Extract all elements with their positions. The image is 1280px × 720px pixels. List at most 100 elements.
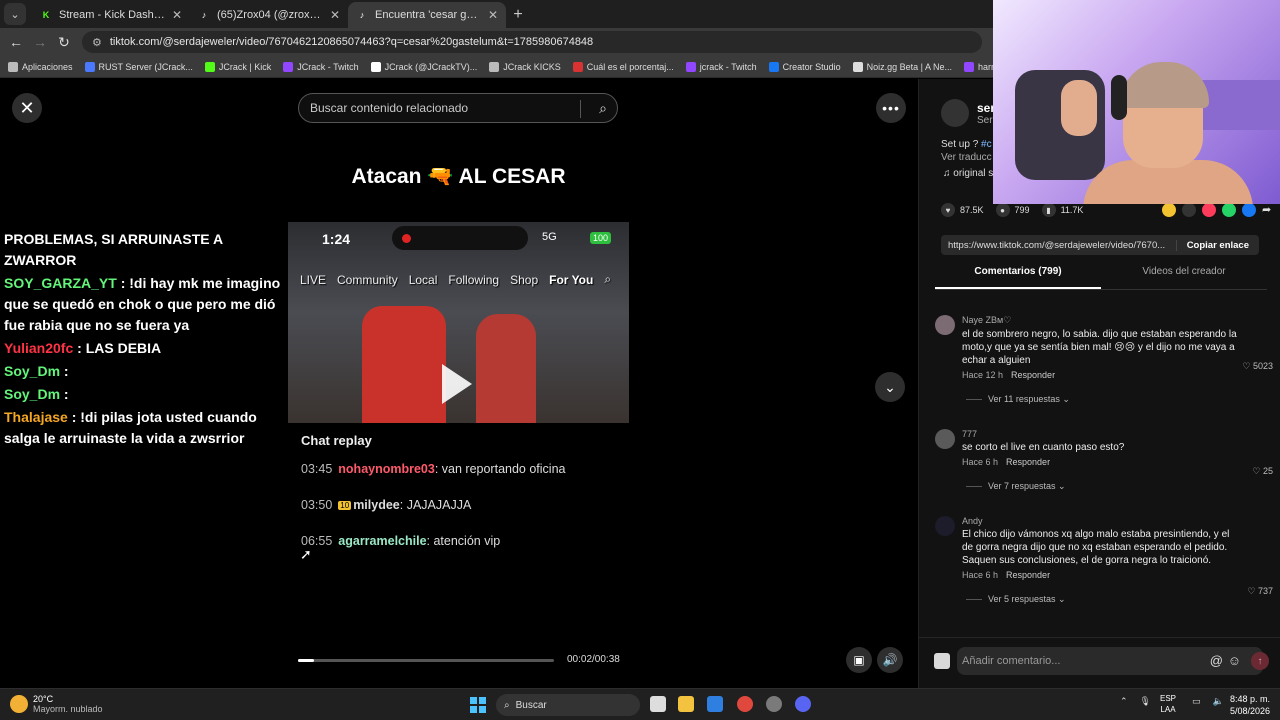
close-icon[interactable]: ✕ — [12, 93, 42, 123]
tab-search-chevron-icon[interactable]: ⌄ — [4, 3, 26, 25]
copy-link-button[interactable]: Copiar enlace — [1175, 239, 1259, 251]
heart-icon[interactable]: ♥ — [941, 203, 955, 217]
mention-icon[interactable]: @ — [1210, 653, 1223, 668]
tray-chevron-icon[interactable]: ⌃ — [1120, 696, 1128, 707]
forward-arrow-icon[interactable]: → — [28, 34, 52, 50]
comment-text: se corto el live en cuanto paso esto? — [962, 442, 1125, 453]
comment-body: 777 se corto el live en cuanto paso esto?… — [962, 429, 1242, 492]
system-clock[interactable]: 8:48 p. m. 5/08/2026 — [1226, 693, 1270, 717]
play-icon[interactable] — [442, 364, 472, 404]
floating-player-icon[interactable]: ▣ — [846, 647, 872, 673]
author-avatar[interactable] — [941, 99, 969, 127]
bookmark-item[interactable]: Aplicaciones — [8, 61, 73, 72]
share-arrow-icon[interactable]: ➦ — [1262, 203, 1276, 217]
browser-tab[interactable]: K Stream - Kick Dashboard ✕ — [32, 2, 190, 28]
description-text: Set up ? — [941, 139, 982, 150]
close-tab-icon[interactable]: ✕ — [488, 8, 498, 22]
volume-tray-icon[interactable]: 🔈 — [1213, 696, 1224, 707]
see-translation-link[interactable]: Ver traducc — [941, 152, 992, 163]
language-indicator[interactable]: ESP LAA — [1160, 693, 1176, 715]
related-search-input[interactable]: Buscar contenido relacionado ⌕ — [298, 93, 618, 123]
bookmark-item[interactable]: Creator Studio — [768, 61, 841, 72]
clock-date: 5/08/2026 — [1229, 706, 1270, 716]
commenter-name[interactable]: Andy — [962, 516, 1242, 526]
commenter-avatar[interactable] — [935, 315, 955, 335]
heart-action[interactable]: ♥ 87.5K — [941, 203, 984, 217]
view-replies-link[interactable]: Ver 5 respuestas ⌄ — [962, 594, 1242, 605]
discord-icon[interactable] — [795, 696, 811, 712]
commenter-avatar[interactable] — [935, 516, 955, 536]
comment-icon[interactable]: ● — [995, 203, 1010, 217]
bookmark-item[interactable]: Cuál es el porcentaj... — [572, 61, 674, 72]
bookmark-action[interactable]: ▮ 11.7K — [1041, 203, 1083, 217]
volume-icon[interactable]: 🔊 — [877, 647, 903, 673]
bookmark-label: RUST Server (JCrack... — [98, 61, 193, 72]
comment-like-count[interactable]: ♡ 737 — [1247, 586, 1273, 597]
more-options-icon[interactable]: ••• — [876, 93, 906, 123]
microphone-icon[interactable]: 🎙 — [1140, 696, 1151, 707]
bookmark-item[interactable]: JCrack KICKS — [489, 61, 561, 72]
file-explorer-icon[interactable] — [678, 696, 694, 712]
bookmark-favicon-icon — [84, 61, 95, 72]
chat-username: Soy_Dm — [4, 386, 61, 402]
comment-like-count[interactable]: ♡ 5023 — [1242, 361, 1273, 372]
add-comment-input[interactable]: Añadir comentario... @ ☺ ↑ — [957, 647, 1269, 675]
video-progress-bar[interactable] — [298, 659, 554, 662]
address-bar[interactable]: ⚙ tiktok.com/@serdajeweler/video/7670462… — [82, 31, 982, 53]
bookmark-item[interactable]: JCrack - Twitch — [283, 61, 359, 72]
reply-button[interactable]: Responder — [1006, 457, 1050, 467]
bookmark-favicon-icon — [283, 61, 294, 72]
new-tab-button[interactable]: + — [506, 3, 530, 27]
coin-icon[interactable] — [1162, 203, 1176, 217]
network-volume-tray[interactable]: ▭ 🔈 — [1192, 696, 1224, 707]
network-icon[interactable]: ▭ — [1192, 696, 1201, 707]
bookmark-item[interactable]: Noiz.gg Beta | A Ne... — [852, 61, 952, 72]
bookmark-item[interactable]: JCrack (@JCrackTV)... — [370, 61, 477, 72]
chrome-icon[interactable] — [737, 696, 753, 712]
tiktok-share-icon[interactable] — [1202, 203, 1216, 217]
task-view-icon[interactable] — [650, 696, 666, 712]
reply-button[interactable]: Responder — [1011, 370, 1055, 380]
sound-link[interactable]: ♫ original s — [943, 168, 993, 179]
commenter-name[interactable]: Naye ZBм♡ — [962, 315, 1242, 326]
browser-tab[interactable]: ♪ (65)Zrox04 (@zrox_clips04) | TikT ✕ — [190, 2, 348, 28]
description-hashtag[interactable]: #c — [981, 139, 992, 150]
author-info[interactable]: ser Ser — [941, 99, 995, 127]
reply-button[interactable]: Responder — [1006, 570, 1050, 580]
tab-creator-videos[interactable]: Videos del creador — [1101, 266, 1267, 289]
emoji-icon[interactable]: ☺ — [1228, 653, 1241, 668]
bookmark-icon[interactable]: ▮ — [1041, 203, 1056, 217]
bookmark-favicon-icon — [852, 61, 863, 72]
weather-widget[interactable]: 20°C Mayorm. nublado — [10, 694, 103, 714]
reload-icon[interactable]: ↻ — [52, 34, 76, 51]
view-replies-link[interactable]: Ver 7 respuestas ⌄ — [962, 481, 1242, 492]
facebook-icon[interactable] — [1242, 203, 1256, 217]
windows-start-icon[interactable] — [470, 697, 486, 713]
chevron-down-icon[interactable]: ⌄ — [875, 372, 905, 402]
tab-comments[interactable]: Comentarios (799) — [935, 266, 1101, 289]
bookmark-item[interactable]: JCrack | Kick — [204, 61, 271, 72]
delivery-person-right — [476, 314, 536, 423]
mail-icon[interactable] — [707, 696, 723, 712]
app-icon[interactable] — [766, 696, 782, 712]
embed-icon[interactable] — [1182, 203, 1196, 217]
comment-action[interactable]: ● 799 — [995, 203, 1030, 217]
search-icon[interactable]: ⌕ — [599, 100, 607, 117]
view-replies-link[interactable]: Ver 11 respuestas ⌄ — [962, 394, 1242, 405]
bookmark-favicon-icon — [204, 61, 215, 72]
send-icon[interactable]: ↑ — [1251, 652, 1269, 670]
browser-tab[interactable]: ♪ Encuentra 'cesar gastelum' en Ti ✕ — [348, 2, 506, 28]
whatsapp-icon[interactable] — [1222, 203, 1236, 217]
close-tab-icon[interactable]: ✕ — [330, 8, 340, 22]
commenter-name[interactable]: 777 — [962, 429, 1242, 439]
video-frame[interactable]: 1:24 5G 100 LIVE Community Local Following S… — [288, 222, 629, 423]
taskbar-search[interactable]: ⌕ Buscar — [496, 694, 640, 716]
video-player[interactable]: Buscar contenido relacionado ⌕ Atacan 🔫 … — [288, 79, 629, 688]
back-arrow-icon[interactable]: ← — [4, 34, 28, 50]
close-tab-icon[interactable]: ✕ — [172, 8, 182, 22]
commenter-avatar[interactable] — [935, 429, 955, 449]
site-info-icon[interactable]: ⚙ — [92, 36, 102, 49]
bookmark-item[interactable]: RUST Server (JCrack... — [84, 61, 193, 72]
comment-like-count[interactable]: ♡ 25 — [1252, 466, 1273, 477]
bookmark-item[interactable]: jcrack - Twitch — [685, 61, 757, 72]
